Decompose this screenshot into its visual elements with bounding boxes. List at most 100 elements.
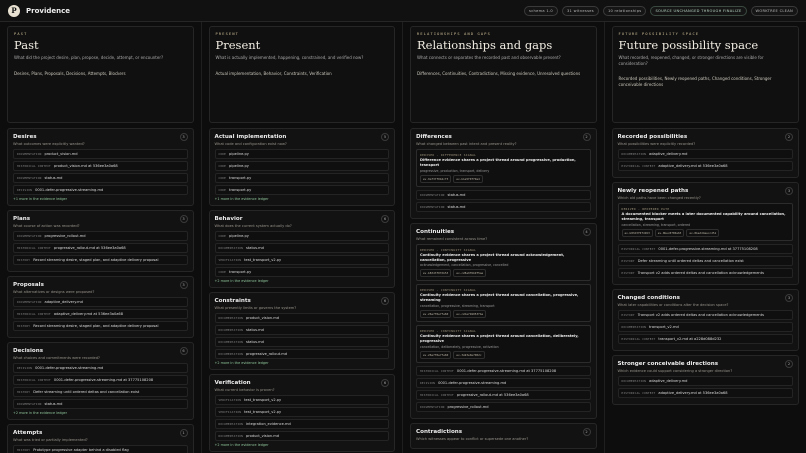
card-header[interactable]: Newly reopened paths 3 bbox=[618, 187, 793, 195]
evidence-row[interactable]: HISTORICAL CONTEXT 0001-defer-progressive… bbox=[416, 365, 591, 376]
evidence-id[interactable]: ev-0bec8f00a63 bbox=[654, 228, 685, 237]
evidence-row[interactable]: DOCUMENTATION product_vision.md bbox=[214, 431, 389, 441]
evidence-row[interactable]: HISTORY Transport v2 adds ordered deltas … bbox=[617, 309, 793, 320]
derived-signal[interactable]: DERIVED · DIFFERENCE SIGNAL Difference ev… bbox=[416, 149, 591, 187]
evidence-id[interactable]: ev-c28a9f6b9f5ae bbox=[453, 269, 487, 278]
card-header[interactable]: Proposals 3 bbox=[13, 281, 188, 289]
evidence-row[interactable]: DECISION 0001-defer-progressive-streaming… bbox=[13, 185, 188, 195]
card-header[interactable]: Recorded possibilities 2 bbox=[618, 133, 793, 141]
more-link[interactable]: +1 more in the evidence ledger bbox=[215, 197, 390, 201]
evidence-row[interactable]: DOCUMENTATION progressive_rollout.md bbox=[416, 401, 591, 412]
card-header[interactable]: Attempts 1 bbox=[13, 429, 188, 437]
evidence-id[interactable]: ev-b83d3f0fdb53 bbox=[621, 228, 653, 237]
evidence-row[interactable]: HISTORY Record streaming desire, staged p… bbox=[13, 321, 188, 331]
evidence-id[interactable]: ev-8bedd4aeccd51 bbox=[686, 228, 720, 237]
card-header[interactable]: Constraints 6 bbox=[215, 297, 389, 305]
card-header[interactable]: Continuities 4 bbox=[416, 227, 591, 236]
derived-signal[interactable]: DERIVED · CONTINUITY SIGNAL Continuity ev… bbox=[416, 243, 591, 282]
evidence-row[interactable]: VERIFICATION test_transport_v2.py bbox=[214, 407, 389, 417]
evidence-id[interactable]: ev-b83d3f0fdb53 bbox=[420, 269, 452, 278]
derived-signal[interactable]: DERIVED · CONTINUITY SIGNAL Continuity ev… bbox=[416, 325, 591, 363]
evidence-row[interactable]: HISTORY Defer streaming until ordered del… bbox=[13, 387, 188, 397]
signal-ids: ev-26a7f0e7fe60 ev-3a93e0e7002c bbox=[420, 350, 587, 359]
evidence-row[interactable]: DOCUMENTATION progressive_rollout.md bbox=[13, 231, 188, 241]
card-title: Proposals bbox=[13, 282, 44, 288]
evidence-row[interactable]: DOCUMENTATION status.md bbox=[214, 243, 389, 253]
evidence-row[interactable]: HISTORICAL CONTEXT adaptive_delivery.md a… bbox=[617, 387, 793, 398]
card-header[interactable]: Decisions 6 bbox=[13, 347, 188, 355]
evidence-row[interactable]: DOCUMENTATION integration_evidence.md bbox=[214, 419, 389, 429]
evidence-row[interactable]: HISTORICAL CONTEXT adaptive_delivery.md a… bbox=[617, 161, 793, 171]
evidence-id[interactable]: ev-3a93e0e7002c bbox=[453, 350, 485, 359]
evidence-type: DOCUMENTATION bbox=[218, 434, 243, 438]
evidence-row[interactable]: HISTORICAL CONTEXT adaptive_delivery.md a… bbox=[13, 309, 188, 319]
signal-keywords: acknowledgement, cancellation, progressi… bbox=[420, 263, 509, 268]
card-header[interactable]: Verification 6 bbox=[215, 379, 389, 387]
evidence-id[interactable]: ev-c2de7b9053fbe bbox=[453, 310, 487, 319]
evidence-row[interactable]: DOCUMENTATION transport_v2.md bbox=[617, 321, 793, 332]
evidence-row[interactable]: DOCUMENTATION progressive_rollout.md bbox=[214, 349, 389, 359]
more-link[interactable]: +2 more in the evidence ledger bbox=[215, 361, 390, 365]
evidence-row[interactable]: HISTORY Record streaming desire, staged p… bbox=[13, 255, 188, 265]
more-link[interactable]: +2 more in the evidence ledger bbox=[215, 443, 390, 447]
app-title: Providence bbox=[26, 6, 70, 15]
evidence-row[interactable]: HISTORICAL CONTEXT transport_v2.md at a22… bbox=[617, 333, 793, 344]
evidence-row[interactable]: DOCUMENTATION status.md bbox=[214, 337, 389, 347]
card-header[interactable]: Stronger conceivable directions 2 bbox=[618, 359, 793, 368]
evidence-type: DOCUMENTATION bbox=[420, 404, 445, 409]
evidence-row[interactable]: HISTORICAL CONTEXT 0001-defer-progressive… bbox=[617, 243, 793, 254]
evidence-row[interactable]: HISTORICAL CONTEXT progressive_rollout.md… bbox=[13, 243, 188, 253]
evidence-row[interactable]: DOCUMENTATION product_vision.md bbox=[214, 313, 389, 323]
evidence-row[interactable]: CODE pipeline.py bbox=[214, 149, 389, 159]
evidence-row[interactable]: CODE transport.py bbox=[214, 173, 389, 183]
evidence-id[interactable]: ev-b1e5f0ff9ed bbox=[453, 174, 483, 183]
evidence-row[interactable]: HISTORICAL CONTEXT 0001-defer-progressive… bbox=[13, 375, 188, 385]
more-link[interactable]: +2 more in the evidence ledger bbox=[13, 411, 188, 415]
column-eyebrow: PRESENT bbox=[215, 32, 240, 36]
status-chips: schema 1.0 31 witnesses 10 relationships SO… bbox=[524, 5, 798, 16]
evidence-row[interactable]: DOCUMENTATION status.md bbox=[416, 189, 591, 200]
card-header[interactable]: Desires 3 bbox=[13, 133, 188, 141]
evidence-row[interactable]: CODE transport.py bbox=[214, 267, 389, 277]
evidence-row[interactable]: VERIFICATION test_transport_v2.py bbox=[214, 255, 389, 265]
derived-signal[interactable]: DERIVED · REOPENED PATH A documented bloc… bbox=[617, 203, 793, 241]
evidence-row[interactable]: HISTORY Prototype progressive adapter beh… bbox=[13, 445, 188, 453]
card-header[interactable]: Differences 2 bbox=[416, 133, 591, 141]
evidence-row[interactable]: DOCUMENTATION adaptive_delivery.md bbox=[617, 149, 793, 159]
evidence-row[interactable]: DECISION 0001-defer-progressive-streaming… bbox=[13, 363, 188, 373]
evidence-type: HISTORICAL CONTEXT bbox=[621, 164, 656, 168]
evidence-row[interactable]: DOCUMENTATION status.md bbox=[13, 399, 188, 409]
evidence-row[interactable]: CODE transport.py bbox=[214, 185, 389, 195]
card-header[interactable]: Changed conditions 3 bbox=[618, 293, 793, 302]
card-header[interactable]: Plans 3 bbox=[13, 215, 188, 223]
card-header[interactable]: Behavior 6 bbox=[215, 215, 389, 223]
evidence-row[interactable]: DOCUMENTATION adaptive_delivery.md bbox=[13, 297, 188, 307]
evidence-row[interactable]: DOCUMENTATION status.md bbox=[13, 173, 188, 183]
card-header[interactable]: Actual implementation 5 bbox=[215, 133, 389, 141]
more-link[interactable]: +2 more in the evidence ledger bbox=[215, 279, 390, 283]
evidence-row[interactable]: DECISION 0001-defer-progressive-streaming… bbox=[416, 377, 591, 388]
more-link[interactable]: +1 more in the evidence ledger bbox=[13, 197, 188, 201]
evidence-row[interactable]: CODE pipeline.py bbox=[214, 161, 389, 171]
count-badge: 4 bbox=[582, 227, 591, 236]
card-header[interactable]: Contradictions 2 bbox=[416, 427, 591, 436]
evidence-row[interactable]: DOCUMENTATION adaptive_delivery.md bbox=[617, 375, 793, 386]
evidence-id[interactable]: ev-26a7f0e7fe60 bbox=[420, 310, 452, 319]
evidence-id[interactable]: ev-9af37f0b2cf3 bbox=[420, 174, 452, 183]
evidence-value: Transport v2 adds ordered deltas and can… bbox=[637, 270, 764, 275]
evidence-row[interactable]: DOCUMENTATION status.md bbox=[416, 201, 591, 212]
evidence-value: status.md bbox=[246, 328, 264, 332]
evidence-row[interactable]: DOCUMENTATION status.md bbox=[214, 325, 389, 335]
evidence-row[interactable]: HISTORY Defer streaming until ordered del… bbox=[617, 255, 793, 266]
category-card: Attempts 1 What was tried or partially imp… bbox=[7, 424, 194, 453]
evidence-id[interactable]: ev-26a7f0e7fe60 bbox=[420, 350, 452, 359]
evidence-row[interactable]: HISTORICAL CONTEXT progressive_rollout.md… bbox=[416, 389, 591, 400]
column-description: What recorded, reopened, changed, or str… bbox=[618, 55, 764, 66]
evidence-row[interactable]: HISTORY Transport v2 adds ordered deltas … bbox=[617, 267, 793, 278]
evidence-value: product_vision.md bbox=[44, 152, 78, 156]
derived-signal[interactable]: DERIVED · CONTINUITY SIGNAL Continuity ev… bbox=[416, 284, 591, 323]
evidence-row[interactable]: HISTORICAL CONTEXT product_vision.md at 5… bbox=[13, 161, 188, 171]
evidence-row[interactable]: CODE pipeline.py bbox=[214, 231, 389, 241]
evidence-row[interactable]: DOCUMENTATION product_vision.md bbox=[13, 149, 188, 159]
evidence-row[interactable]: VERIFICATION test_transport_v2.py bbox=[214, 395, 389, 405]
